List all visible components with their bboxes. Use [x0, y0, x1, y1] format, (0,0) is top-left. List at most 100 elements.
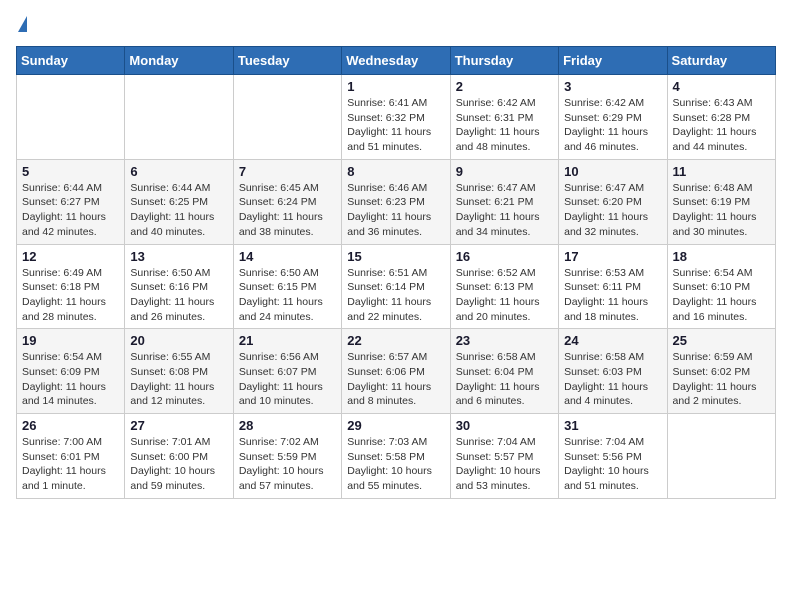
cell-info-text: Sunset: 6:10 PM: [673, 280, 770, 295]
calendar-cell: [233, 75, 341, 160]
calendar-cell: 1Sunrise: 6:41 AMSunset: 6:32 PMDaylight…: [342, 75, 450, 160]
cell-info-text: Sunset: 6:08 PM: [130, 365, 227, 380]
calendar-cell: 30Sunrise: 7:04 AMSunset: 5:57 PMDayligh…: [450, 414, 558, 499]
cell-info-text: Sunset: 6:31 PM: [456, 111, 553, 126]
cell-info-text: Daylight: 11 hours and 6 minutes.: [456, 380, 553, 409]
cell-info-text: Sunset: 6:15 PM: [239, 280, 336, 295]
calendar-cell: 2Sunrise: 6:42 AMSunset: 6:31 PMDaylight…: [450, 75, 558, 160]
day-of-week-header: Sunday: [17, 47, 125, 75]
day-number: 24: [564, 333, 661, 348]
cell-info-text: Sunrise: 7:01 AM: [130, 435, 227, 450]
day-number: 28: [239, 418, 336, 433]
cell-info-text: Sunset: 6:18 PM: [22, 280, 119, 295]
day-of-week-header: Thursday: [450, 47, 558, 75]
cell-info-text: Sunrise: 6:52 AM: [456, 266, 553, 281]
calendar-cell: 11Sunrise: 6:48 AMSunset: 6:19 PMDayligh…: [667, 159, 775, 244]
calendar-cell: 8Sunrise: 6:46 AMSunset: 6:23 PMDaylight…: [342, 159, 450, 244]
cell-info-text: Sunset: 6:07 PM: [239, 365, 336, 380]
cell-info-text: Sunset: 6:02 PM: [673, 365, 770, 380]
day-of-week-header: Tuesday: [233, 47, 341, 75]
cell-info-text: Sunrise: 6:58 AM: [564, 350, 661, 365]
calendar-cell: 10Sunrise: 6:47 AMSunset: 6:20 PMDayligh…: [559, 159, 667, 244]
cell-info-text: Daylight: 10 hours and 51 minutes.: [564, 464, 661, 493]
cell-info-text: Sunset: 6:04 PM: [456, 365, 553, 380]
day-number: 4: [673, 79, 770, 94]
cell-info-text: Sunset: 6:16 PM: [130, 280, 227, 295]
cell-info-text: Sunset: 6:13 PM: [456, 280, 553, 295]
day-number: 13: [130, 249, 227, 264]
cell-info-text: Sunrise: 6:54 AM: [673, 266, 770, 281]
calendar-week-row: 12Sunrise: 6:49 AMSunset: 6:18 PMDayligh…: [17, 244, 776, 329]
cell-info-text: Daylight: 11 hours and 14 minutes.: [22, 380, 119, 409]
calendar-cell: 17Sunrise: 6:53 AMSunset: 6:11 PMDayligh…: [559, 244, 667, 329]
cell-info-text: Daylight: 11 hours and 44 minutes.: [673, 125, 770, 154]
cell-info-text: Sunset: 6:25 PM: [130, 195, 227, 210]
day-number: 23: [456, 333, 553, 348]
calendar-cell: 4Sunrise: 6:43 AMSunset: 6:28 PMDaylight…: [667, 75, 775, 160]
cell-info-text: Sunset: 6:21 PM: [456, 195, 553, 210]
cell-info-text: Sunrise: 6:53 AM: [564, 266, 661, 281]
cell-info-text: Daylight: 11 hours and 8 minutes.: [347, 380, 444, 409]
cell-info-text: Sunrise: 6:51 AM: [347, 266, 444, 281]
cell-info-text: Sunset: 6:06 PM: [347, 365, 444, 380]
calendar-cell: 26Sunrise: 7:00 AMSunset: 6:01 PMDayligh…: [17, 414, 125, 499]
cell-info-text: Daylight: 10 hours and 57 minutes.: [239, 464, 336, 493]
calendar-cell: 13Sunrise: 6:50 AMSunset: 6:16 PMDayligh…: [125, 244, 233, 329]
cell-info-text: Sunset: 5:56 PM: [564, 450, 661, 465]
cell-info-text: Daylight: 11 hours and 22 minutes.: [347, 295, 444, 324]
cell-info-text: Sunrise: 6:48 AM: [673, 181, 770, 196]
day-number: 21: [239, 333, 336, 348]
day-of-week-header: Saturday: [667, 47, 775, 75]
day-number: 22: [347, 333, 444, 348]
cell-info-text: Sunset: 5:59 PM: [239, 450, 336, 465]
cell-info-text: Sunset: 6:32 PM: [347, 111, 444, 126]
cell-info-text: Daylight: 11 hours and 28 minutes.: [22, 295, 119, 324]
cell-info-text: Daylight: 10 hours and 55 minutes.: [347, 464, 444, 493]
day-number: 29: [347, 418, 444, 433]
cell-info-text: Sunrise: 7:03 AM: [347, 435, 444, 450]
cell-info-text: Sunset: 6:01 PM: [22, 450, 119, 465]
calendar-cell: 27Sunrise: 7:01 AMSunset: 6:00 PMDayligh…: [125, 414, 233, 499]
day-number: 6: [130, 164, 227, 179]
cell-info-text: Daylight: 11 hours and 32 minutes.: [564, 210, 661, 239]
calendar-cell: 29Sunrise: 7:03 AMSunset: 5:58 PMDayligh…: [342, 414, 450, 499]
cell-info-text: Sunrise: 6:41 AM: [347, 96, 444, 111]
cell-info-text: Daylight: 11 hours and 18 minutes.: [564, 295, 661, 324]
day-number: 12: [22, 249, 119, 264]
day-number: 7: [239, 164, 336, 179]
cell-info-text: Sunrise: 6:45 AM: [239, 181, 336, 196]
logo-triangle-icon: [18, 16, 27, 32]
calendar-cell: 24 Sunrise: 6:58 AMSunset: 6:03 PMDayligh…: [559, 329, 667, 414]
calendar-cell: 6Sunrise: 6:44 AMSunset: 6:25 PMDaylight…: [125, 159, 233, 244]
cell-info-text: Sunrise: 6:57 AM: [347, 350, 444, 365]
cell-info-text: Sunset: 6:28 PM: [673, 111, 770, 126]
cell-info-text: Daylight: 11 hours and 26 minutes.: [130, 295, 227, 324]
day-number: 8: [347, 164, 444, 179]
day-number: 26: [22, 418, 119, 433]
cell-info-text: Sunrise: 6:47 AM: [564, 181, 661, 196]
day-number: 3: [564, 79, 661, 94]
calendar-cell: 16Sunrise: 6:52 AMSunset: 6:13 PMDayligh…: [450, 244, 558, 329]
calendar-table: SundayMondayTuesdayWednesdayThursdayFrid…: [16, 46, 776, 499]
cell-info-text: Sunrise: 6:59 AM: [673, 350, 770, 365]
cell-info-text: Sunset: 6:00 PM: [130, 450, 227, 465]
cell-info-text: Daylight: 11 hours and 38 minutes.: [239, 210, 336, 239]
calendar-cell: 19Sunrise: 6:54 AMSunset: 6:09 PMDayligh…: [17, 329, 125, 414]
cell-info-text: Daylight: 11 hours and 20 minutes.: [456, 295, 553, 324]
calendar-cell: 25Sunrise: 6:59 AMSunset: 6:02 PMDayligh…: [667, 329, 775, 414]
cell-info-text: Daylight: 11 hours and 48 minutes.: [456, 125, 553, 154]
cell-info-text: Sunrise: 6:42 AM: [564, 96, 661, 111]
cell-info-text: Sunrise: 7:00 AM: [22, 435, 119, 450]
day-number: 20: [130, 333, 227, 348]
cell-info-text: Daylight: 11 hours and 40 minutes.: [130, 210, 227, 239]
cell-info-text: Sunset: 6:03 PM: [564, 365, 661, 380]
calendar-cell: 31Sunrise: 7:04 AMSunset: 5:56 PMDayligh…: [559, 414, 667, 499]
calendar-cell: 21Sunrise: 6:56 AMSunset: 6:07 PMDayligh…: [233, 329, 341, 414]
day-of-week-header: Wednesday: [342, 47, 450, 75]
cell-info-text: Sunset: 6:14 PM: [347, 280, 444, 295]
cell-info-text: Sunset: 6:09 PM: [22, 365, 119, 380]
cell-info-text: Daylight: 11 hours and 12 minutes.: [130, 380, 227, 409]
day-number: 27: [130, 418, 227, 433]
cell-info-text: Daylight: 11 hours and 4 minutes.: [564, 380, 661, 409]
cell-info-text: Sunrise: 7:04 AM: [456, 435, 553, 450]
